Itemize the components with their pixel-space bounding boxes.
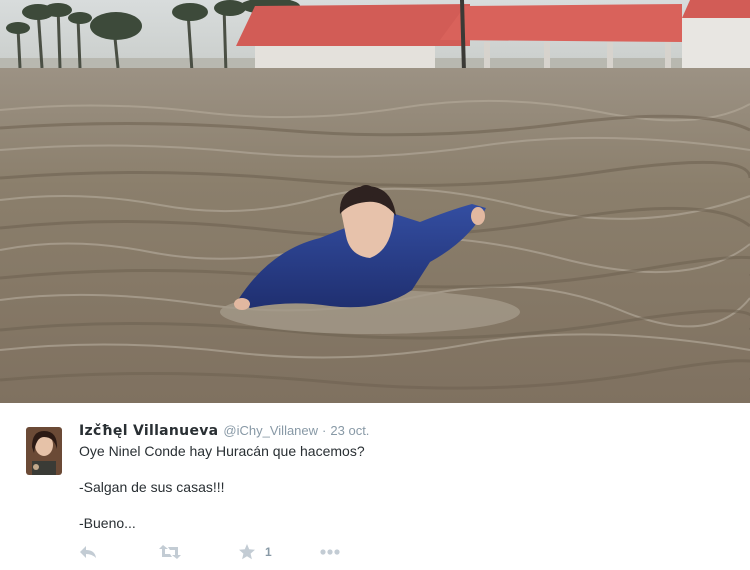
tweet-header: Izčħęl Villanueva @iChy_Villanew · 23 oc… — [79, 423, 369, 441]
more-icon — [320, 549, 340, 555]
avatar[interactable] — [26, 427, 62, 475]
display-name[interactable]: Izčħęl Villanueva — [79, 423, 218, 439]
more-button[interactable] — [320, 543, 340, 561]
tweet-date[interactable]: 23 oct. — [330, 423, 369, 438]
flood-photo-illustration — [0, 0, 750, 403]
tweet-text-line-1: Oye Ninel Conde hay Huracán que hacemos? — [79, 443, 365, 459]
tweet-photo[interactable] — [0, 0, 750, 403]
retweet-button[interactable] — [159, 543, 181, 561]
star-icon — [239, 544, 255, 560]
user-handle[interactable]: @iChy_Villanew — [223, 423, 318, 438]
header-separator: · — [322, 423, 327, 438]
tweet-card: Izčħęl Villanueva @iChy_Villanew · 23 oc… — [0, 403, 750, 570]
avatar-image — [26, 427, 62, 475]
reply-icon — [80, 546, 96, 558]
retweet-icon — [159, 545, 181, 559]
tweet-actions: 1 — [79, 543, 379, 561]
tweet-text-line-2: -Salgan de sus casas!!! — [79, 479, 225, 495]
reply-button[interactable] — [79, 543, 97, 561]
favorite-button[interactable]: 1 — [239, 543, 272, 561]
favorite-count: 1 — [265, 545, 272, 559]
tweet-text-line-3: -Bueno... — [79, 515, 136, 531]
